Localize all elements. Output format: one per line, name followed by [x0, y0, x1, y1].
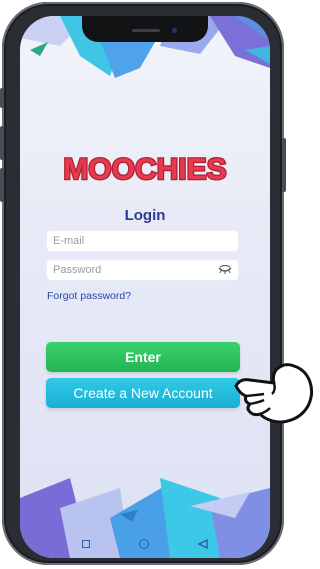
password-input[interactable] — [47, 260, 203, 280]
email-input[interactable] — [47, 231, 203, 251]
email-field[interactable] — [46, 230, 239, 252]
enter-button[interactable]: Enter — [46, 342, 240, 372]
notch — [82, 16, 208, 42]
create-account-button[interactable]: Create a New Account — [46, 378, 240, 408]
app-screen: MOOCHIES Login Forgot password? Enter Cr… — [20, 16, 270, 558]
square-recent-icon[interactable] — [82, 540, 90, 548]
circle-home-icon[interactable] — [139, 539, 149, 549]
login-title: Login — [124, 207, 166, 224]
password-field[interactable] — [46, 259, 239, 281]
android-nav-bar — [20, 530, 270, 558]
power-button — [282, 138, 286, 192]
eye-closed-icon[interactable] — [218, 265, 232, 275]
moochies-logo: MOOCHIES — [62, 152, 228, 188]
front-camera — [172, 28, 177, 33]
volume-up-button — [0, 126, 4, 160]
hand-pointer-icon — [234, 363, 314, 424]
speaker — [132, 29, 160, 32]
forgot-password-link[interactable]: Forgot password? — [47, 290, 131, 302]
volume-down-button — [0, 168, 4, 202]
logo-text: MOOCHIES — [63, 153, 226, 186]
phone-frame: MOOCHIES Login Forgot password? Enter Cr… — [0, 2, 286, 565]
triangle-back-icon[interactable] — [198, 539, 208, 549]
mute-switch — [0, 88, 4, 108]
